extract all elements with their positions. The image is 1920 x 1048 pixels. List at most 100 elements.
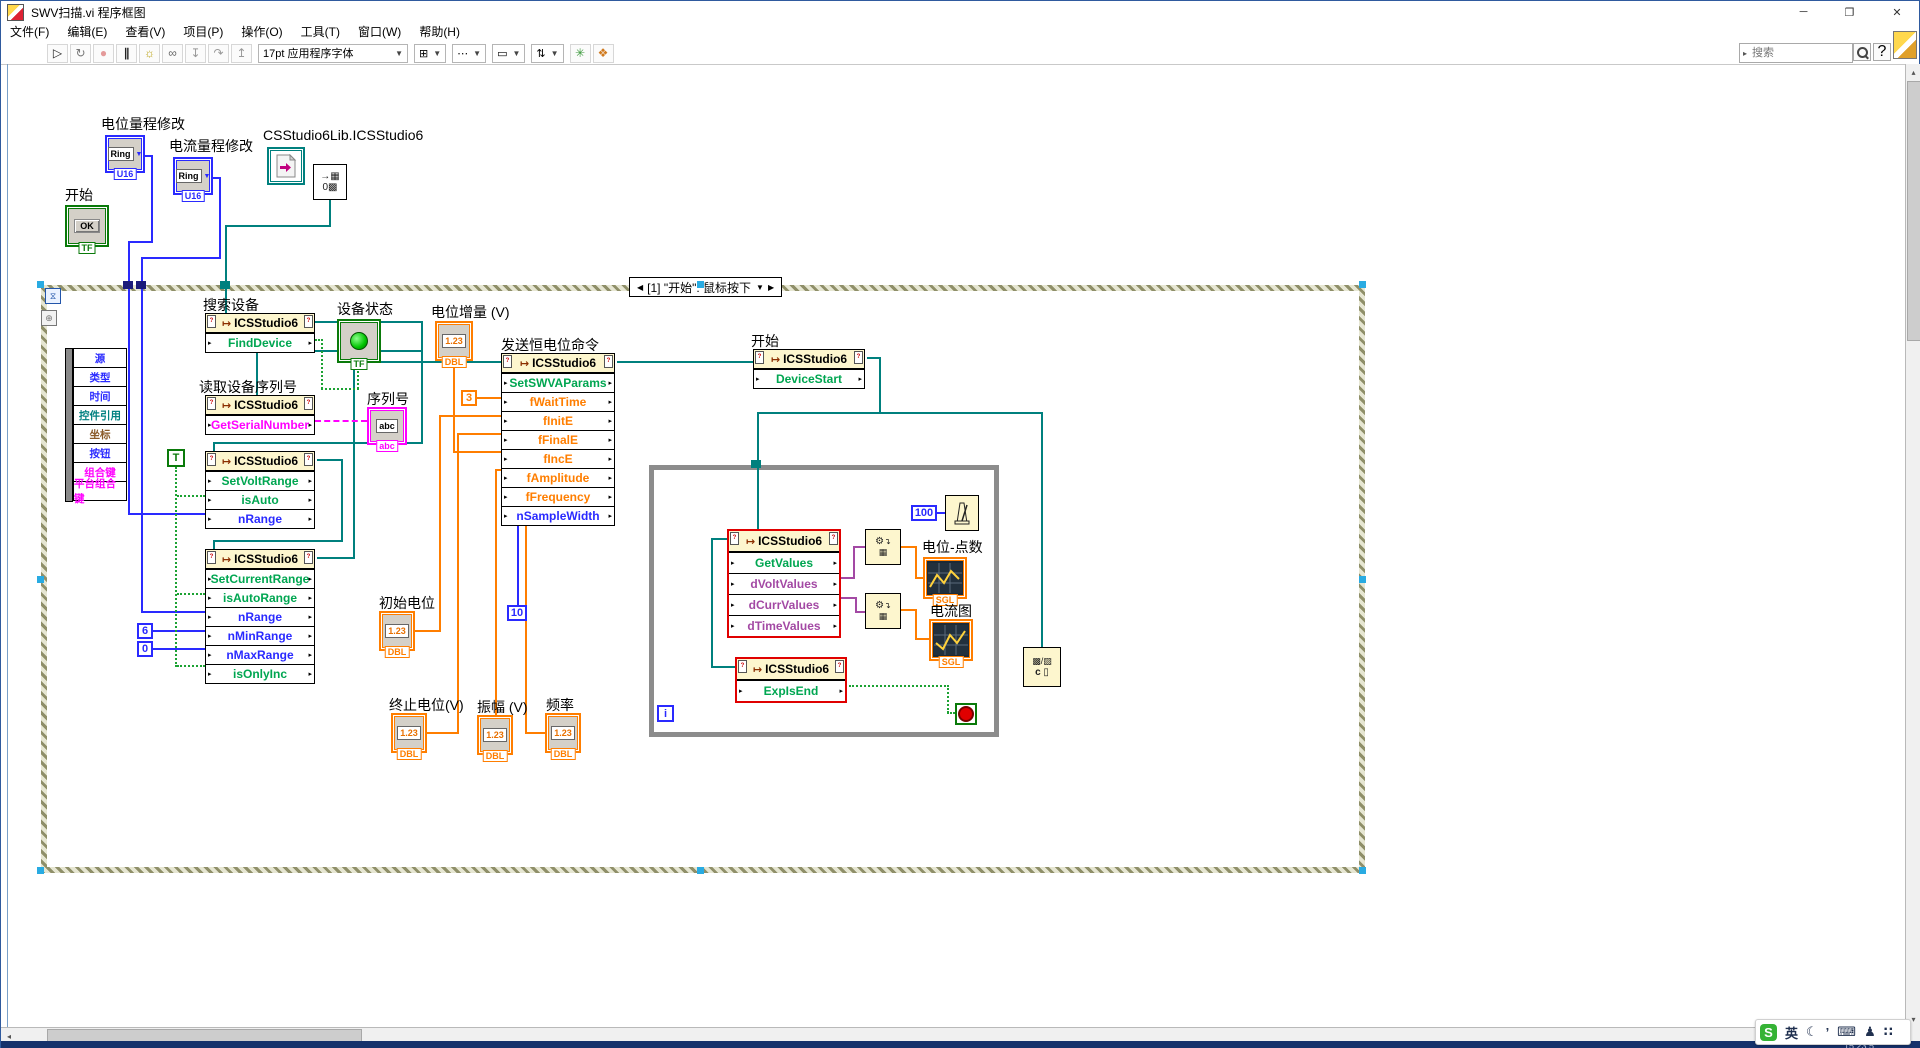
timeout-terminal-icon[interactable]: ⧖ xyxy=(45,288,61,304)
highlight-execution-button[interactable] xyxy=(139,44,160,63)
resize-handle[interactable] xyxy=(1359,576,1366,583)
invoke-node-set-current-range[interactable]: ?↦ICSStudio6? SetCurrentRange isAutoRang… xyxy=(205,549,315,684)
node-method-row[interactable]: FindDevice xyxy=(206,333,314,352)
invoke-node-set-swva-params[interactable]: ?↦ICSStudio6? SetSWVAParams fWaitTime fI… xyxy=(501,353,615,526)
control-label[interactable]: 频率 xyxy=(546,695,574,715)
resize-handle[interactable] xyxy=(1359,867,1366,874)
event-data-node-bar[interactable] xyxy=(65,348,73,502)
sogou-logo[interactable]: S xyxy=(1760,1024,1777,1041)
case-dropdown-icon[interactable]: ▼ xyxy=(756,283,764,292)
true-constant[interactable]: T xyxy=(167,449,185,467)
node-param-row[interactable]: nSampleWidth xyxy=(502,506,614,525)
node-method-row[interactable]: DeviceStart xyxy=(754,369,864,388)
resize-objects-dropdown[interactable]: ▭▼ xyxy=(492,44,525,63)
final-pot-terminal[interactable]: 1.23 DBL xyxy=(391,713,427,753)
loop-condition-terminal[interactable] xyxy=(955,703,977,725)
menu-project[interactable]: 项目(P) xyxy=(174,23,232,42)
search-button[interactable] xyxy=(1853,43,1871,61)
reorder-dropdown[interactable]: ⇅▼ xyxy=(531,44,563,63)
prev-case-icon[interactable]: ◀ xyxy=(633,283,647,292)
node-label[interactable]: 开始 xyxy=(751,331,779,351)
run-continuous-button[interactable] xyxy=(70,44,91,63)
frequency-terminal[interactable]: 1.23 DBL xyxy=(545,713,581,753)
resize-handle[interactable] xyxy=(697,867,704,874)
node-param-row[interactable]: dCurrValues xyxy=(729,594,839,615)
ime-keyboard-icon[interactable]: ⌨ xyxy=(1837,1024,1856,1040)
numeric-constant[interactable]: 3 xyxy=(461,390,477,406)
abort-button[interactable] xyxy=(93,44,114,63)
control-label[interactable]: 电位量程修改 xyxy=(101,114,185,134)
node-param-row[interactable]: fIncE xyxy=(502,449,614,468)
retain-wire-values-button[interactable] xyxy=(162,44,183,63)
ime-person-icon[interactable]: ♟ xyxy=(1864,1024,1876,1040)
event-field[interactable]: 按钮 xyxy=(74,444,126,463)
resize-handle[interactable] xyxy=(37,576,44,583)
control-label[interactable]: 振幅 (V) xyxy=(477,697,528,717)
dynamic-event-terminal-icon[interactable]: ⊕ xyxy=(41,310,57,326)
numeric-constant[interactable]: 100 xyxy=(911,505,937,521)
amplitude-terminal[interactable]: 1.23 DBL xyxy=(477,715,513,755)
invoke-node-get-values[interactable]: ?↦ICSStudio6? GetValues dVoltValues dCur… xyxy=(727,529,841,638)
pot-increment-terminal[interactable]: 1.23 DBL xyxy=(435,321,473,361)
resize-handle[interactable] xyxy=(37,281,44,288)
wait-ms-multiple-node[interactable] xyxy=(945,495,979,531)
minimize-button[interactable]: ─ xyxy=(1781,1,1826,23)
node-method-row[interactable]: GetValues xyxy=(729,552,839,573)
vertical-scroll-thumb[interactable] xyxy=(1907,81,1920,341)
scroll-up-icon[interactable]: ▴ xyxy=(1906,64,1920,80)
menu-tools[interactable]: 工具(T) xyxy=(292,23,349,42)
step-out-button[interactable] xyxy=(231,44,252,63)
variant-to-data-node[interactable]: ⚙↴ ▦ xyxy=(865,529,901,565)
node-method-row[interactable]: SetCurrentRange xyxy=(206,569,314,588)
close-reference-node[interactable]: ▩/▨ c ▯ xyxy=(1023,647,1061,687)
control-label[interactable]: 电位增量 (V) xyxy=(431,302,510,322)
node-param-row[interactable]: nMaxRange xyxy=(206,645,314,664)
node-param-row[interactable]: isOnlyInc xyxy=(206,664,314,683)
vi-thumbnail-icon[interactable] xyxy=(1893,31,1917,59)
search-input[interactable] xyxy=(1750,46,1852,60)
step-over-button[interactable] xyxy=(208,44,229,63)
node-label[interactable]: 读取设备序列号 xyxy=(199,377,297,397)
step-into-button[interactable] xyxy=(185,44,206,63)
help-button[interactable]: ? xyxy=(1873,43,1891,61)
node-param-row[interactable]: dTimeValues xyxy=(729,615,839,636)
numeric-constant[interactable]: 10 xyxy=(507,605,527,621)
cur-graph-terminal[interactable]: SGL xyxy=(929,619,973,661)
class-constant-label[interactable]: CSStudio6Lib.ICSStudio6 xyxy=(263,127,423,143)
cur-range-terminal[interactable]: Ring▼ U16 xyxy=(173,157,213,195)
ime-moon-icon[interactable]: ☾ xyxy=(1806,1024,1818,1040)
numeric-constant[interactable]: 0 xyxy=(137,641,153,657)
control-label[interactable]: 初始电位 xyxy=(379,593,435,613)
menu-view[interactable]: 查看(V) xyxy=(116,23,174,42)
control-label[interactable]: 电流图 xyxy=(930,601,972,621)
control-label[interactable]: 终止电位(V) xyxy=(389,695,464,715)
next-case-icon[interactable]: ▶ xyxy=(764,283,778,292)
ime-lang-mode[interactable]: 英 xyxy=(1785,1023,1798,1042)
ime-toolbar[interactable]: S 英 ☾ ’ ⌨ ♟ ∷ xyxy=(1755,1019,1911,1045)
resize-handle[interactable] xyxy=(697,281,704,288)
event-field[interactable]: 时间 xyxy=(74,387,126,406)
cleanup-diagram-button[interactable] xyxy=(570,44,591,63)
control-label[interactable]: 开始 xyxy=(65,185,93,205)
restore-button[interactable]: ❐ xyxy=(1827,1,1872,23)
node-method-row[interactable]: GetSerialNumber xyxy=(206,415,314,434)
node-param-row[interactable]: fFrequency xyxy=(502,487,614,506)
resize-handle[interactable] xyxy=(1359,281,1366,288)
init-pot-terminal[interactable]: 1.23 DBL xyxy=(379,611,415,651)
ime-punct-icon[interactable]: ’ xyxy=(1826,1025,1830,1040)
event-field[interactable]: 类型 xyxy=(74,368,126,387)
dotnet-class-constant[interactable] xyxy=(267,147,305,185)
serial-string-indicator[interactable]: abc abc xyxy=(367,407,407,445)
node-param-row[interactable]: fFinalE xyxy=(502,430,614,449)
control-label[interactable]: 电位-点数 xyxy=(922,537,983,557)
event-field[interactable]: 平台组合键 xyxy=(74,482,126,500)
search-box[interactable]: ▸ xyxy=(1739,43,1853,63)
node-param-row[interactable]: fInitE xyxy=(502,411,614,430)
distribute-objects-dropdown[interactable]: ⋯▼ xyxy=(452,44,486,63)
iteration-terminal[interactable]: i xyxy=(657,705,674,722)
node-param-row[interactable]: fAmplitude xyxy=(502,468,614,487)
vertical-scrollbar[interactable]: ▴ ▾ xyxy=(1905,64,1920,1027)
device-status-led[interactable]: TF xyxy=(337,319,381,363)
invoke-node-get-serial[interactable]: ?↦ICSStudio6? GetSerialNumber xyxy=(205,395,315,435)
constructor-node[interactable]: →▦ 0▩ xyxy=(313,164,347,200)
